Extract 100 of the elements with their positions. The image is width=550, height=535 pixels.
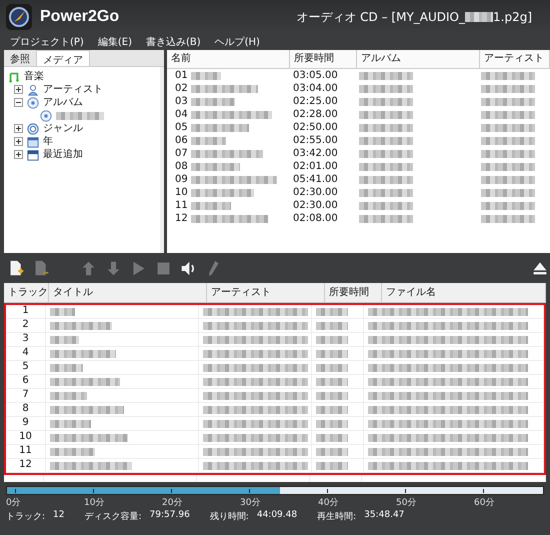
blurred-text xyxy=(190,162,240,170)
blurred-text xyxy=(359,188,413,196)
blurred-text xyxy=(481,150,535,158)
window-title: 1.p2g] xyxy=(493,10,532,24)
expander-icon[interactable] xyxy=(14,137,23,146)
menu-item[interactable]: 書き込み(B) xyxy=(146,35,201,49)
column-header[interactable]: 所要時間 xyxy=(290,50,357,68)
blurred-text xyxy=(316,434,348,442)
tab[interactable]: メディア xyxy=(36,50,90,66)
duration-cell-text: 02:30.00 xyxy=(292,199,339,212)
blurred-text xyxy=(316,336,348,344)
status-value: 12 xyxy=(53,510,64,522)
blurred-text xyxy=(50,350,116,358)
add-file-icon[interactable] xyxy=(8,260,25,276)
track-number: 9 xyxy=(6,417,46,430)
track-number: 05 xyxy=(174,121,188,134)
blurred-text xyxy=(481,202,535,210)
tick-label: 10分 xyxy=(84,496,104,509)
disc-icon xyxy=(40,110,52,122)
track-number: 12 xyxy=(6,459,46,472)
status-value: 44:09.48 xyxy=(256,510,298,522)
blurred-text xyxy=(316,420,348,428)
menu-item[interactable]: プロジェクト(P) xyxy=(10,35,84,49)
column-header[interactable]: アーティスト xyxy=(480,50,550,68)
blurred-text xyxy=(359,98,413,106)
status-value: 79:57.96 xyxy=(150,510,190,522)
blurred-text xyxy=(359,84,413,92)
blurred-text xyxy=(50,392,87,400)
track-number: 6 xyxy=(6,375,46,388)
blurred-text xyxy=(481,98,535,106)
column-header[interactable]: タイトル xyxy=(49,283,207,302)
tick-label: 50分 xyxy=(396,496,416,509)
status-value: 35:48.47 xyxy=(364,510,404,522)
app-logo-icon xyxy=(6,4,32,30)
blurred-text xyxy=(481,124,535,132)
track-number: 12 xyxy=(174,212,188,225)
tree-item[interactable]: アーティスト xyxy=(43,83,103,96)
calendar-icon xyxy=(27,136,39,148)
blurred-text xyxy=(316,308,348,316)
blurred-text xyxy=(316,364,348,372)
track-number: 10 xyxy=(6,431,46,444)
tree-item[interactable]: 最近追加 xyxy=(43,148,83,161)
tree-item[interactable]: 音楽 xyxy=(24,70,44,83)
tick-label: 40分 xyxy=(318,496,338,509)
blurred-text xyxy=(316,406,348,414)
track-number: 2 xyxy=(6,319,46,332)
track-number: 11 xyxy=(6,445,46,458)
blurred-text xyxy=(481,110,535,118)
track-number: 4 xyxy=(6,347,46,360)
column-header[interactable]: 名前 xyxy=(167,50,290,68)
menu-item[interactable]: ヘルプ(H) xyxy=(214,35,260,49)
track-number: 5 xyxy=(6,361,46,374)
blurred-text xyxy=(359,202,413,210)
blurred-text xyxy=(465,12,493,22)
blurred-text xyxy=(50,322,112,330)
person-icon xyxy=(27,84,39,96)
expander-icon[interactable] xyxy=(14,98,23,107)
tab[interactable]: 参照 xyxy=(4,50,36,66)
tree-item[interactable]: アルバム xyxy=(43,96,83,109)
blurred-text xyxy=(359,214,413,222)
track-number: 03 xyxy=(174,95,188,108)
blurred-text xyxy=(190,72,221,80)
menu-item[interactable]: 編集(E) xyxy=(98,35,132,49)
column-header[interactable]: 所要時間 xyxy=(325,283,382,302)
column-header[interactable]: トラック xyxy=(4,283,49,302)
expander-icon[interactable] xyxy=(14,124,23,133)
blurred-text xyxy=(190,84,258,92)
duration-cell-text: 02:25.00 xyxy=(292,95,339,108)
tick-label: 30分 xyxy=(240,496,260,509)
status-label: 残り時間: xyxy=(210,510,249,523)
tree-item[interactable]: ジャンル xyxy=(43,122,83,135)
blurred-text xyxy=(359,124,413,132)
blurred-text xyxy=(481,72,535,80)
column-header[interactable]: ファイル名 xyxy=(382,283,546,302)
duration-cell-text: 03:04.00 xyxy=(292,82,339,95)
blurred-text xyxy=(481,136,535,144)
duration-cell-text: 02:08.00 xyxy=(292,212,339,225)
track-number: 09 xyxy=(174,173,188,186)
expander-icon[interactable] xyxy=(14,85,23,94)
blurred-text xyxy=(50,308,75,316)
tree-item[interactable]: 年 xyxy=(43,135,53,148)
speaker-icon[interactable] xyxy=(180,260,197,276)
status-label: トラック: xyxy=(6,511,46,523)
blurred-text xyxy=(316,350,348,358)
track-number: 7 xyxy=(6,389,46,402)
column-header[interactable]: アーティスト xyxy=(207,283,325,302)
blurred-text xyxy=(316,392,348,400)
blurred-text xyxy=(50,420,91,428)
expander-icon[interactable] xyxy=(14,150,23,159)
eject-icon[interactable] xyxy=(532,260,548,276)
blurred-text xyxy=(316,448,348,456)
tick-label: 20分 xyxy=(162,496,182,509)
column-header[interactable]: アルバム xyxy=(357,50,480,68)
track-number: 04 xyxy=(174,108,188,121)
blurred-text xyxy=(190,202,231,210)
blurred-text xyxy=(190,136,226,144)
blurred-text xyxy=(316,322,348,330)
blurred-text xyxy=(50,364,83,372)
blurred-text xyxy=(359,150,413,158)
duration-cell-text: 02:30.00 xyxy=(292,186,339,199)
